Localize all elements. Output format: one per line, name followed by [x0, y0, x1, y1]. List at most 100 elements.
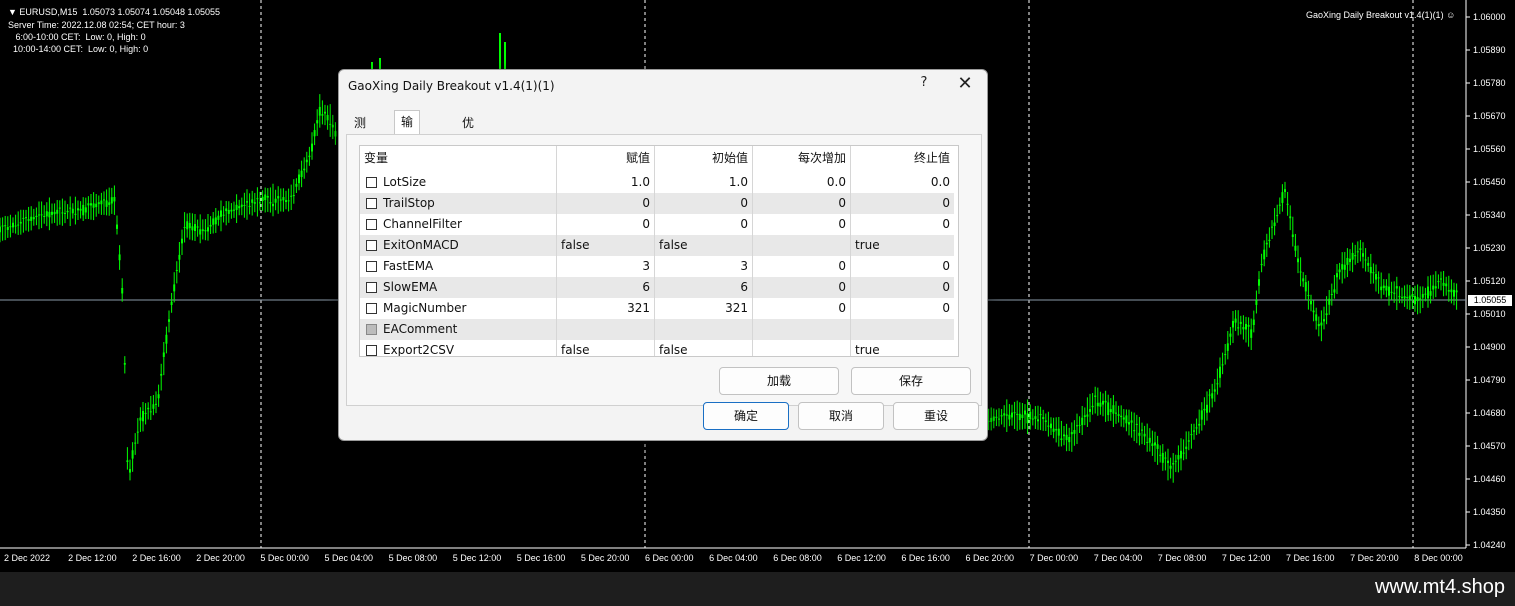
- candle-body: [30, 216, 33, 221]
- optimize-checkbox[interactable]: [366, 303, 377, 314]
- candle-body: [1411, 294, 1414, 297]
- candle-body: [19, 221, 22, 224]
- param-name-cell[interactable]: TrailStop: [360, 193, 557, 214]
- param-start-cell[interactable]: 321: [655, 298, 753, 319]
- param-start-cell[interactable]: false: [655, 235, 753, 256]
- candle-body: [1281, 192, 1284, 203]
- tab-inputs[interactable]: 输入参数: [394, 110, 421, 195]
- cancel-button[interactable]: 取消: [798, 402, 884, 430]
- param-value-cell[interactable]: 6: [557, 277, 655, 298]
- param-step-cell[interactable]: [753, 340, 851, 356]
- close-button[interactable]: ✕: [956, 73, 974, 94]
- param-start-cell[interactable]: 3: [655, 256, 753, 277]
- param-stop-cell[interactable]: true: [851, 235, 954, 256]
- param-name-cell[interactable]: FastEMA: [360, 256, 557, 277]
- candle-body: [82, 204, 85, 216]
- param-start-cell[interactable]: 0: [655, 214, 753, 235]
- param-value-cell[interactable]: 3: [557, 256, 655, 277]
- param-name-cell[interactable]: Export2CSV: [360, 340, 557, 356]
- optimize-checkbox[interactable]: [366, 240, 377, 251]
- table-row[interactable]: SlowEMA 6 6 0 0: [360, 277, 954, 298]
- column-header-step[interactable]: 每次增加: [753, 146, 851, 172]
- param-step-cell[interactable]: 0: [753, 214, 851, 235]
- param-name-cell[interactable]: MagicNumber: [360, 298, 557, 319]
- optimize-checkbox[interactable]: [366, 219, 377, 230]
- candle-body: [1120, 415, 1123, 418]
- candle-body: [157, 394, 160, 399]
- optimize-checkbox[interactable]: [366, 198, 377, 209]
- candle-body: [1047, 425, 1050, 427]
- ok-button[interactable]: 确定: [703, 402, 789, 430]
- optimize-checkbox[interactable]: [366, 345, 377, 356]
- table-row[interactable]: ExitOnMACD false false true: [360, 235, 954, 256]
- table-row[interactable]: Export2CSV false false true: [360, 340, 954, 356]
- param-value-cell[interactable]: 1.0: [557, 172, 655, 193]
- param-value-cell[interactable]: 0: [557, 193, 655, 214]
- param-start-cell[interactable]: false: [655, 340, 753, 356]
- candle-body: [123, 363, 126, 365]
- save-button[interactable]: 保存: [851, 367, 971, 395]
- param-step-cell[interactable]: [753, 319, 851, 340]
- tab-optimization[interactable]: 优化: [455, 112, 481, 150]
- optimize-checkbox[interactable]: [366, 177, 377, 188]
- candle-body: [1395, 286, 1398, 289]
- table-row[interactable]: ChannelFilter 0 0 0 0: [360, 214, 954, 235]
- price-tick-label: 1.04240: [1473, 540, 1506, 550]
- param-name-cell[interactable]: SlowEMA: [360, 277, 557, 298]
- param-value-cell[interactable]: 0: [557, 214, 655, 235]
- optimize-checkbox[interactable]: [366, 261, 377, 272]
- param-stop-cell[interactable]: 0: [851, 298, 954, 319]
- param-start-cell[interactable]: [655, 319, 753, 340]
- tab-test[interactable]: 测试: [347, 112, 373, 150]
- table-scrollbar[interactable]: [956, 146, 958, 356]
- param-name-cell[interactable]: ChannelFilter: [360, 214, 557, 235]
- param-name-cell[interactable]: LotSize: [360, 172, 557, 193]
- param-step-cell[interactable]: 0.0: [753, 172, 851, 193]
- price-tick-label: 1.05450: [1473, 177, 1506, 187]
- candle-body: [1177, 455, 1180, 460]
- candle-body: [227, 209, 230, 214]
- candle-body: [92, 203, 95, 208]
- load-button[interactable]: 加载: [719, 367, 839, 395]
- candle-body: [1328, 298, 1331, 305]
- candle-body: [1385, 285, 1388, 291]
- param-stop-cell[interactable]: 0: [851, 256, 954, 277]
- param-name-cell[interactable]: EAComment: [360, 319, 557, 340]
- column-header-start[interactable]: 初始值: [655, 146, 753, 172]
- param-value-cell[interactable]: false: [557, 235, 655, 256]
- param-stop-cell[interactable]: [851, 319, 954, 340]
- param-step-cell[interactable]: 0: [753, 277, 851, 298]
- candle-body: [14, 225, 17, 227]
- table-row[interactable]: EAComment: [360, 319, 954, 340]
- column-header-value[interactable]: 赋值: [557, 146, 655, 172]
- table-row[interactable]: LotSize 1.0 1.0 0.0 0.0: [360, 172, 954, 193]
- table-row[interactable]: MagicNumber 321 321 0 0: [360, 298, 954, 319]
- param-step-cell[interactable]: 0: [753, 193, 851, 214]
- param-stop-cell[interactable]: 0: [851, 214, 954, 235]
- candle-body: [61, 212, 64, 214]
- candle-body: [87, 203, 90, 206]
- param-stop-cell[interactable]: 0: [851, 193, 954, 214]
- param-value-cell[interactable]: 321: [557, 298, 655, 319]
- column-header-stop[interactable]: 终止值: [851, 146, 954, 172]
- candle-body: [1068, 437, 1071, 443]
- param-name-cell[interactable]: ExitOnMACD: [360, 235, 557, 256]
- param-value-cell[interactable]: false: [557, 340, 655, 356]
- param-start-cell[interactable]: 1.0: [655, 172, 753, 193]
- optimize-checkbox[interactable]: [366, 282, 377, 293]
- param-step-cell[interactable]: [753, 235, 851, 256]
- table-row[interactable]: TrailStop 0 0 0 0: [360, 193, 954, 214]
- param-start-cell[interactable]: 6: [655, 277, 753, 298]
- param-stop-cell[interactable]: 0: [851, 277, 954, 298]
- param-value-cell[interactable]: [557, 319, 655, 340]
- column-header-variable[interactable]: 变量: [360, 146, 557, 172]
- table-row[interactable]: FastEMA 3 3 0 0: [360, 256, 954, 277]
- candle-body: [1245, 323, 1247, 330]
- param-start-cell[interactable]: 0: [655, 193, 753, 214]
- param-step-cell[interactable]: 0: [753, 298, 851, 319]
- help-button[interactable]: ?: [916, 75, 932, 90]
- param-stop-cell[interactable]: 0.0: [851, 172, 954, 193]
- reset-button[interactable]: 重设: [893, 402, 979, 430]
- param-stop-cell[interactable]: true: [851, 340, 954, 356]
- param-step-cell[interactable]: 0: [753, 256, 851, 277]
